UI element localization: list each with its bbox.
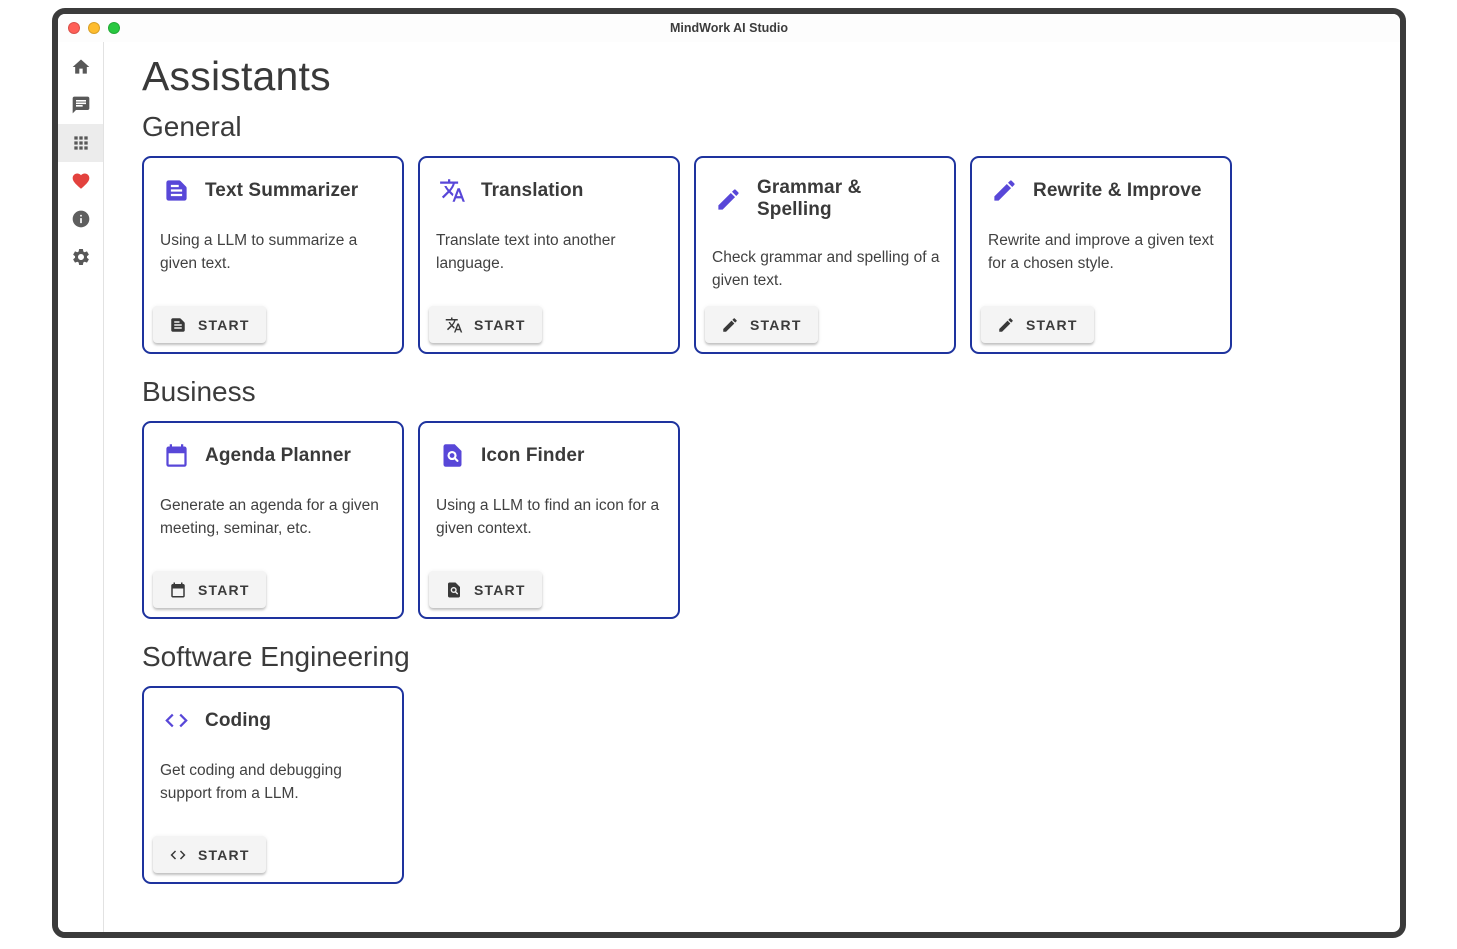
card-title: Translation (481, 180, 583, 202)
section-software-engineering: Software Engineering CodingGet coding and… (142, 641, 1380, 884)
code-icon (169, 846, 187, 864)
start-button[interactable]: START (705, 306, 818, 343)
pencil-icon (997, 316, 1015, 334)
assistant-card-translation: TranslationTranslate text into another l… (418, 156, 680, 354)
card-actions: START (420, 562, 678, 617)
page-title: Assistants (142, 52, 1380, 101)
start-button-label: START (474, 582, 526, 598)
card-title: Grammar & Spelling (757, 177, 940, 221)
sidebar-item-home[interactable] (58, 48, 103, 86)
card-header: Icon Finder (420, 423, 678, 469)
sidebar-item-chats[interactable] (58, 86, 103, 124)
chat-icon (71, 95, 91, 115)
card-description: Translate text into another language. (420, 204, 678, 275)
doc-search-icon (439, 442, 466, 469)
card-title: Icon Finder (481, 445, 585, 467)
start-button-label: START (198, 847, 250, 863)
card-row: CodingGet coding and debugging support f… (142, 686, 1380, 884)
start-button[interactable]: START (153, 836, 266, 873)
code-icon (163, 707, 190, 734)
start-button-label: START (750, 317, 802, 333)
card-description: Rewrite and improve a given text for a c… (972, 204, 1230, 275)
gear-icon (71, 247, 91, 267)
card-row: Text SummarizerUsing a LLM to summarize … (142, 156, 1380, 354)
card-actions: START (420, 297, 678, 352)
card-actions: START (696, 297, 954, 352)
card-title: Rewrite & Improve (1033, 180, 1202, 202)
card-header: Coding (144, 688, 402, 734)
card-actions: START (144, 827, 402, 882)
card-header: Agenda Planner (144, 423, 402, 469)
card-header: Text Summarizer (144, 158, 402, 204)
start-button[interactable]: START (153, 571, 266, 608)
card-title: Agenda Planner (205, 445, 351, 467)
card-row: Agenda PlannerGenerate an agenda for a g… (142, 421, 1380, 619)
sidebar-item-favorites[interactable] (58, 162, 103, 200)
card-header: Grammar & Spelling (696, 158, 954, 221)
card-actions: START (972, 297, 1230, 352)
card-actions: START (144, 297, 402, 352)
card-description: Get coding and debugging support from a … (144, 734, 402, 805)
info-icon (71, 209, 91, 229)
start-button-label: START (474, 317, 526, 333)
section-general: General Text SummarizerUsing a LLM to sum… (142, 111, 1380, 354)
window-body: Assistants GeneralText SummarizerUsing a… (58, 42, 1400, 932)
assistant-card-agenda-planner: Agenda PlannerGenerate an agenda for a g… (142, 421, 404, 619)
start-button-label: START (198, 582, 250, 598)
start-button-label: START (1026, 317, 1078, 333)
sidebar-item-settings[interactable] (58, 238, 103, 276)
start-button[interactable]: START (429, 306, 542, 343)
section-title: Software Engineering (142, 641, 1380, 673)
section-title: General (142, 111, 1380, 143)
start-button[interactable]: START (429, 571, 542, 608)
titlebar[interactable]: MindWork AI Studio (58, 14, 1400, 42)
zoom-button[interactable] (108, 22, 120, 34)
assistant-card-grammar-spelling: Grammar & SpellingCheck grammar and spel… (694, 156, 956, 354)
main-content: Assistants GeneralText SummarizerUsing a… (104, 42, 1400, 932)
card-description: Using a LLM to summarize a given text. (144, 204, 402, 275)
sidebar (58, 42, 104, 932)
traffic-lights (58, 22, 120, 34)
calendar-icon (169, 581, 187, 599)
section-title: Business (142, 376, 1380, 408)
document-icon (163, 177, 190, 204)
card-description: Generate an agenda for a given meeting, … (144, 469, 402, 540)
card-description: Using a LLM to find an icon for a given … (420, 469, 678, 540)
heart-icon (71, 171, 91, 191)
assistant-card-rewrite-improve: Rewrite & ImproveRewrite and improve a g… (970, 156, 1232, 354)
pencil-icon (991, 177, 1018, 204)
card-title: Coding (205, 710, 271, 732)
card-title: Text Summarizer (205, 180, 358, 202)
section-business: Business Agenda PlannerGenerate an agenda… (142, 376, 1380, 619)
apps-grid-icon (71, 133, 91, 153)
sidebar-item-about[interactable] (58, 200, 103, 238)
calendar-icon (163, 442, 190, 469)
sections-container: General Text SummarizerUsing a LLM to sum… (142, 111, 1380, 884)
pencil-icon (721, 316, 739, 334)
minimize-button[interactable] (88, 22, 100, 34)
card-actions: START (144, 562, 402, 617)
assistant-card-text-summarizer: Text SummarizerUsing a LLM to summarize … (142, 156, 404, 354)
card-description: Check grammar and spelling of a given te… (696, 221, 954, 292)
translate-icon (439, 177, 466, 204)
home-icon (71, 57, 91, 77)
start-button[interactable]: START (981, 306, 1094, 343)
start-button[interactable]: START (153, 306, 266, 343)
translate-icon (445, 316, 463, 334)
assistant-card-icon-finder: Icon FinderUsing a LLM to find an icon f… (418, 421, 680, 619)
doc-search-icon (445, 581, 463, 599)
sidebar-item-assistants[interactable] (58, 124, 103, 162)
card-header: Rewrite & Improve (972, 158, 1230, 204)
app-window: MindWork AI Studio Assistants General Tex… (52, 8, 1406, 938)
pencil-icon (715, 186, 742, 213)
document-icon (169, 316, 187, 334)
assistant-card-coding: CodingGet coding and debugging support f… (142, 686, 404, 884)
card-header: Translation (420, 158, 678, 204)
start-button-label: START (198, 317, 250, 333)
close-button[interactable] (68, 22, 80, 34)
window-title: MindWork AI Studio (58, 21, 1400, 35)
